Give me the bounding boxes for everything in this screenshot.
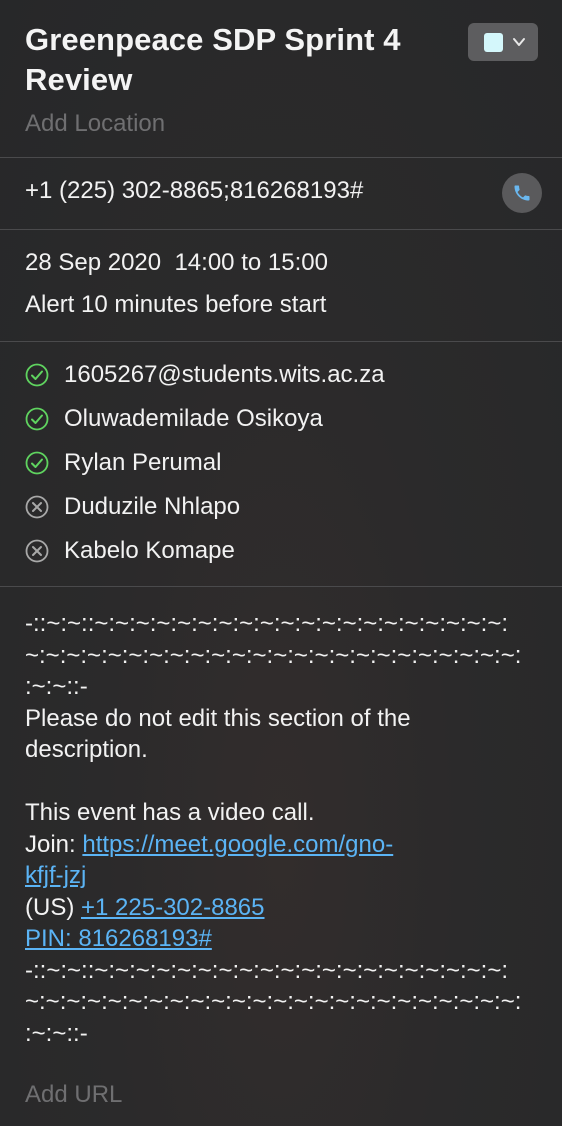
attendee-name: 1605267@students.wits.ac.za	[64, 361, 385, 388]
pin-link[interactable]: PIN: 816268193#	[25, 925, 212, 952]
attendee-name: Rylan Perumal	[64, 449, 222, 476]
separator-line: -::~:~::~:~:~:~:~:~:~:~:~:~:~:~:~:~:~:~:…	[25, 610, 509, 637]
join-row-cont: kfjf-jzj	[25, 860, 540, 892]
event-notes[interactable]: -::~:~::~:~:~:~:~:~:~:~:~:~:~:~:~:~:~:~:…	[25, 608, 540, 1049]
event-title-line1: Greenpeace SDP Sprint 4	[25, 22, 401, 57]
separator-line: :~:~::-	[25, 1019, 88, 1047]
notice-text: description.	[25, 736, 148, 763]
meet-link-cont[interactable]: kfjf-jzj	[25, 862, 86, 889]
accepted-check-icon	[25, 363, 49, 387]
divider	[0, 157, 562, 158]
attendee-name: Oluwademilade Osikoya	[64, 405, 323, 432]
calendar-color-picker[interactable]	[468, 23, 538, 61]
notice-text: Please do not edit this section of the	[25, 704, 411, 732]
separator-line: ~:~:~:~:~:~:~:~:~:~:~:~:~:~:~:~:~:~:~:~:…	[25, 641, 522, 669]
accepted-check-icon	[25, 407, 49, 431]
chevron-down-icon	[513, 38, 525, 46]
us-label: (US)	[25, 893, 81, 921]
join-label: Join:	[25, 830, 83, 858]
divider	[0, 341, 562, 342]
event-title[interactable]: Greenpeace SDP Sprint 4 Review	[25, 20, 445, 100]
separator-line: -::~:~::~:~:~:~:~:~:~:~:~:~:~:~:~:~:~:~:…	[25, 956, 509, 984]
us-phone-row: (US) +1 225-302-8865	[25, 892, 540, 924]
divider	[0, 229, 562, 230]
event-title-line2: Review	[25, 62, 133, 97]
divider	[0, 586, 562, 587]
add-url-field[interactable]: Add URL	[25, 1081, 122, 1109]
us-phone-link[interactable]: +1 225-302-8865	[81, 894, 265, 921]
declined-x-icon	[25, 539, 49, 563]
call-button[interactable]	[502, 173, 542, 213]
separator-line: :~:~::-	[25, 673, 88, 700]
event-date-time[interactable]: 28 Sep 2020 14:00 to 15:00	[25, 249, 328, 277]
attendee-name: Kabelo Komape	[64, 537, 235, 564]
accepted-check-icon	[25, 451, 49, 475]
phone-number[interactable]: +1 (225) 302-8865;816268193#	[25, 177, 363, 205]
add-location-field[interactable]: Add Location	[25, 110, 165, 138]
declined-x-icon	[25, 495, 49, 519]
phone-icon	[514, 185, 530, 201]
pin-row: PIN: 816268193#	[25, 923, 540, 955]
calendar-color-swatch	[484, 33, 503, 52]
video-call-text: This event has a video call.	[25, 799, 315, 826]
separator-line: ~:~:~:~:~:~:~:~:~:~:~:~:~:~:~:~:~:~:~:~:…	[25, 988, 522, 1015]
meet-link[interactable]: https://meet.google.com/gno-	[82, 831, 393, 858]
event-alert[interactable]: Alert 10 minutes before start	[25, 291, 326, 319]
join-row: Join: https://meet.google.com/gno-	[25, 829, 540, 861]
attendee-name: Duduzile Nhlapo	[64, 493, 241, 520]
